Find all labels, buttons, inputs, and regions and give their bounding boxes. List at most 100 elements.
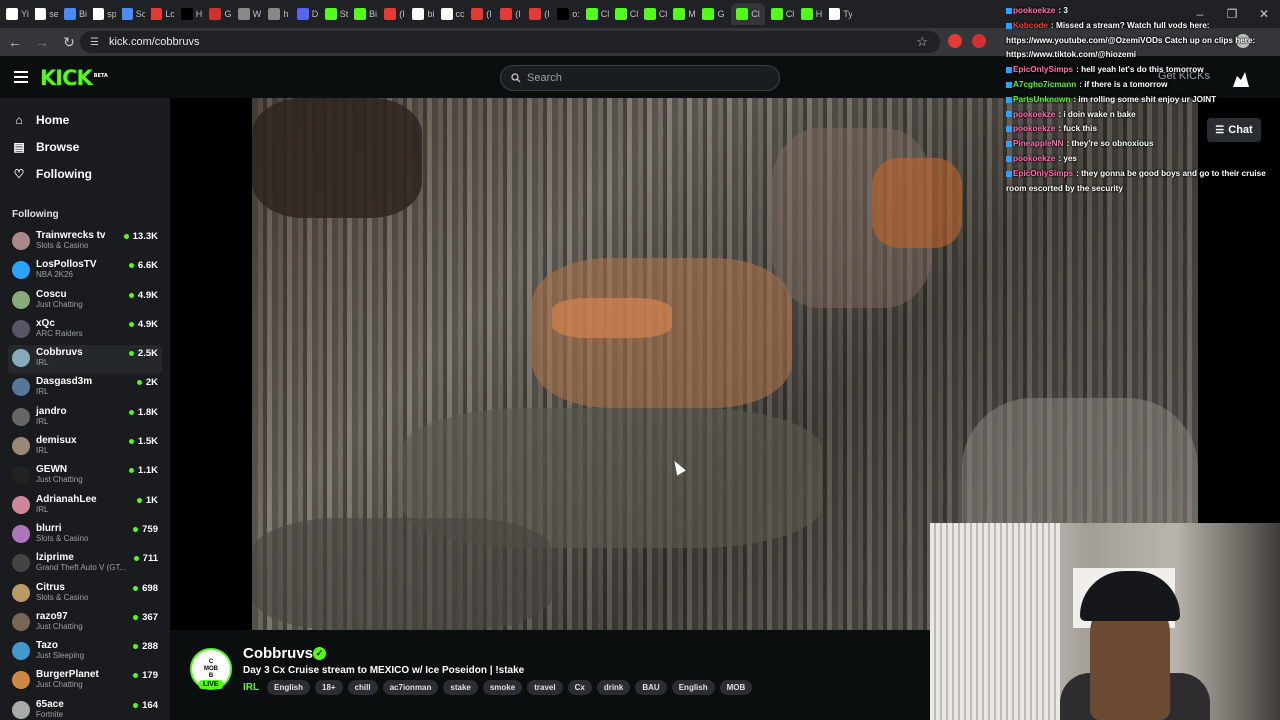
- stream-tag[interactable]: BAU: [635, 680, 667, 695]
- channel-avatar: [12, 349, 30, 368]
- following-channel[interactable]: blurri Slots & Casino 759: [0, 521, 170, 550]
- stream-tag[interactable]: ac7ionman: [382, 680, 439, 695]
- browser-tab[interactable]: Cl: [586, 3, 609, 25]
- browser-tab[interactable]: o:: [557, 3, 580, 25]
- following-channel[interactable]: lziprime Grand Theft Auto V (GT... 711: [0, 550, 170, 579]
- browser-tab[interactable]: St: [325, 3, 348, 25]
- browser-tab[interactable]: Cl: [644, 3, 667, 25]
- back-icon[interactable]: ←: [3, 30, 27, 54]
- tab-label: G: [224, 9, 232, 19]
- tab-label: h: [283, 9, 289, 19]
- following-channel[interactable]: Cobbruvs IRL 2.5K: [8, 345, 162, 375]
- chat-username[interactable]: EpicOnlySimps: [1013, 65, 1073, 74]
- following-channel[interactable]: LosPollosTV NBA 2K26 6.6K: [0, 257, 170, 286]
- browser-tab[interactable]: Sc: [122, 3, 145, 25]
- stream-tag[interactable]: drink: [596, 680, 631, 695]
- browser-tab[interactable]: Cl: [771, 3, 794, 25]
- following-channel[interactable]: xQc ARC Raiders 4.9K: [0, 316, 170, 345]
- browser-tab[interactable]: H: [800, 3, 823, 25]
- tab-favicon-icon: [268, 8, 281, 20]
- channel-category: IRL: [36, 358, 49, 368]
- tab-label: cc: [455, 9, 465, 19]
- chat-username[interactable]: A7cgho7icmann: [1013, 80, 1076, 89]
- following-channel[interactable]: GEWN Just Chatting 1.1K: [0, 462, 170, 491]
- following-channel[interactable]: Trainwrecks tv Slots & Casino 13.3K: [0, 228, 170, 257]
- chat-text: : i doin wake n bake: [1058, 109, 1136, 119]
- kick-logo[interactable]: KICK BETA: [40, 66, 108, 90]
- chat-username[interactable]: EpicOnlySimps: [1013, 169, 1073, 178]
- stream-tag[interactable]: stake: [443, 680, 478, 695]
- following-channel[interactable]: jandro IRL 1.8K: [0, 404, 170, 433]
- chat-username[interactable]: PartsUnknown: [1013, 95, 1070, 104]
- tab-favicon-icon: [354, 8, 366, 20]
- following-channel[interactable]: 65ace Fortnite 164: [0, 697, 170, 720]
- stream-tag[interactable]: MOB: [719, 680, 753, 695]
- stream-tag[interactable]: smoke: [482, 680, 523, 695]
- browser-tab[interactable]: h: [267, 3, 290, 25]
- menu-icon[interactable]: [14, 71, 28, 83]
- viewer-count: 179: [133, 670, 158, 681]
- browser-tab[interactable]: se: [35, 3, 58, 25]
- url-bar[interactable]: ☰ kick.com/cobbruvs ☆: [80, 31, 940, 53]
- browser-tab[interactable]: Bi: [354, 3, 377, 25]
- browser-tab[interactable]: G: [209, 3, 232, 25]
- extension-icon[interactable]: [948, 34, 962, 48]
- stream-tag[interactable]: English: [267, 680, 310, 695]
- chat-username[interactable]: Kobcode: [1013, 21, 1048, 30]
- nav-browse[interactable]: ▤ Browse: [0, 133, 170, 160]
- browser-tab[interactable]: M: [673, 3, 696, 25]
- forward-icon[interactable]: →: [30, 30, 54, 54]
- browser-tab[interactable]: sp: [93, 3, 116, 25]
- following-list: Trainwrecks tv Slots & Casino 13.3K LosPoll…: [0, 228, 170, 720]
- browser-tab[interactable]: Cl: [615, 3, 638, 25]
- nav-following[interactable]: ♡ Following: [0, 160, 170, 187]
- chat-username[interactable]: PineappleNN: [1013, 139, 1064, 148]
- site-info-icon[interactable]: ☰: [90, 37, 99, 48]
- stream-tag[interactable]: chill: [347, 680, 378, 695]
- tab-favicon-icon: [93, 8, 105, 20]
- following-channel[interactable]: BurgerPlanet Just Chatting 179: [0, 667, 170, 696]
- following-channel[interactable]: demisux IRL 1.5K: [0, 433, 170, 462]
- following-channel[interactable]: Coscu Just Chatting 4.9K: [0, 287, 170, 316]
- following-channel[interactable]: Citrus Slots & Casino 698: [0, 580, 170, 609]
- browser-tab[interactable]: Lc: [151, 3, 174, 25]
- browser-tab[interactable]: Ty: [829, 3, 852, 25]
- stream-tag[interactable]: Cx: [567, 680, 592, 695]
- tab-label: (I: [486, 9, 492, 19]
- browser-tab[interactable]: W: [238, 3, 261, 25]
- chat-username[interactable]: pookoekze: [1013, 110, 1055, 119]
- tab-label: Cl: [600, 9, 609, 19]
- browser-tab[interactable]: Yi: [6, 3, 29, 25]
- browser-tab[interactable]: Cl: [731, 3, 765, 25]
- stream-tag[interactable]: travel: [527, 680, 563, 695]
- stream-tag[interactable]: English: [671, 680, 715, 695]
- browser-tab[interactable]: (I: [528, 3, 551, 25]
- chat-message: pookoekze: i doin wake n bake: [1006, 108, 1276, 123]
- browser-tab[interactable]: (I: [470, 3, 493, 25]
- browser-tab[interactable]: bi: [412, 3, 435, 25]
- following-channel[interactable]: razo97 Just Chatting 367: [0, 609, 170, 638]
- chat-username[interactable]: pookoekze: [1013, 124, 1055, 133]
- channel-name[interactable]: Cobbruvs: [243, 645, 313, 662]
- following-channel[interactable]: Tazo Just Sleeping 288: [0, 638, 170, 667]
- extension-icon[interactable]: [972, 34, 986, 48]
- nav-home[interactable]: ⌂ Home: [0, 106, 170, 133]
- following-channel[interactable]: Dasgasd3m IRL 2K: [0, 374, 170, 403]
- channel-category: Just Chatting: [36, 299, 83, 309]
- browser-tab[interactable]: G: [702, 3, 725, 25]
- chat-username[interactable]: pookoekze: [1013, 154, 1055, 163]
- chat-username[interactable]: pookoekze: [1013, 6, 1055, 15]
- browser-tab[interactable]: (I: [383, 3, 406, 25]
- following-channel[interactable]: AdrianahLee IRL 1K: [0, 492, 170, 521]
- browser-tab[interactable]: cc: [441, 3, 464, 25]
- reload-icon[interactable]: ↻: [57, 30, 81, 54]
- browser-tab[interactable]: D: [296, 3, 319, 25]
- bookmark-star-icon[interactable]: ☆: [916, 34, 928, 50]
- stream-category-link[interactable]: IRL: [243, 682, 259, 693]
- search-input[interactable]: Search: [500, 65, 780, 91]
- browser-tab[interactable]: (I: [499, 3, 522, 25]
- viewer-count: 1.8K: [129, 407, 158, 418]
- browser-tab[interactable]: H: [180, 3, 203, 25]
- stream-tag[interactable]: 18+: [315, 680, 343, 695]
- browser-tab[interactable]: Bi: [64, 3, 87, 25]
